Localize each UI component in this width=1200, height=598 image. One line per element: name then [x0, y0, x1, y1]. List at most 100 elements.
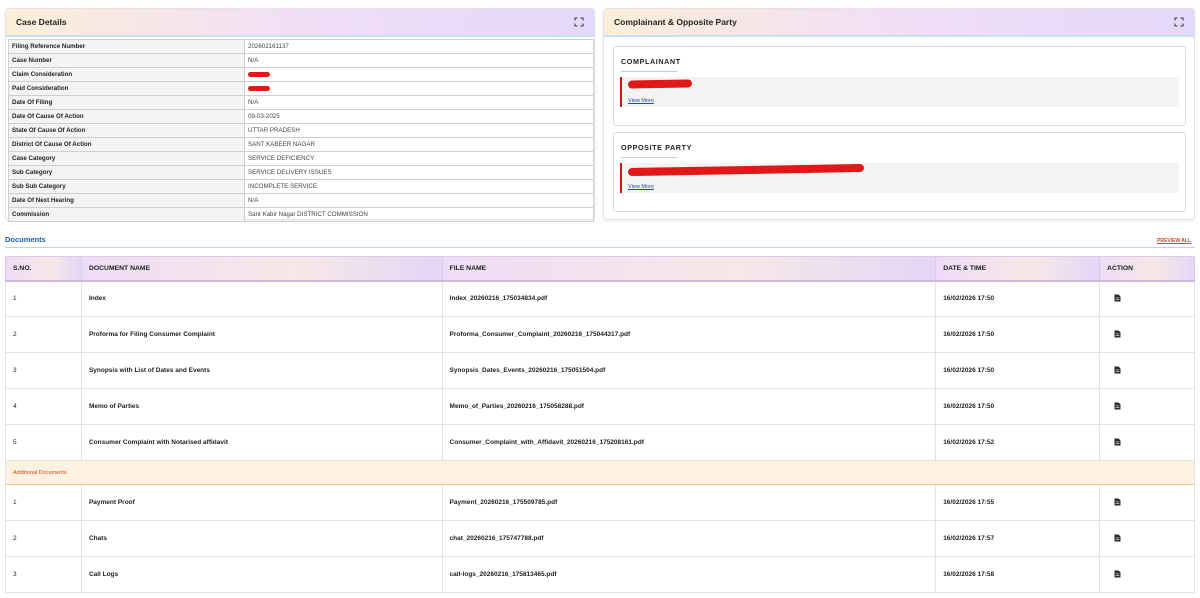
doc-name: Chats — [80, 520, 443, 557]
redaction-mark — [248, 85, 270, 91]
case-detail-row: Date Of Next Hearing N/A — [8, 193, 594, 208]
table-row: 5 Consumer Complaint with Notarised affid… — [5, 424, 1195, 461]
file-icon[interactable] — [1114, 330, 1121, 338]
col-date-time-header: DATE & TIME — [935, 256, 1101, 282]
opposite-party-card: OPPOSITE PARTY View More — [613, 132, 1186, 212]
doc-file-name: Consumer_Complaint_with_Affidavit_202602… — [441, 424, 937, 461]
doc-action-cell — [1099, 388, 1195, 425]
case-detail-label: Commission — [8, 207, 245, 222]
file-icon[interactable] — [1114, 294, 1121, 302]
doc-sno: 2 — [5, 316, 82, 353]
doc-sno: 5 — [5, 424, 82, 461]
table-row: 2 Chats chat_20260216_175747788.pdf 16/02/2… — [5, 520, 1195, 557]
case-detail-row: Claim Consideration — [8, 67, 594, 82]
documents-divider — [5, 247, 1195, 248]
doc-action-cell — [1099, 316, 1195, 353]
doc-sno: 1 — [5, 484, 82, 521]
file-icon[interactable] — [1114, 498, 1121, 506]
case-detail-row: State Of Cause Of Action UTTAR PRADESH — [8, 123, 594, 138]
table-row: 1 Payment Proof Payment_20260216_175509785… — [5, 484, 1195, 521]
case-detail-label: State Of Cause Of Action — [8, 123, 245, 138]
documents-table: S.NO. DOCUMENT NAME FILE NAME DATE & TIM… — [5, 256, 1195, 593]
file-icon[interactable] — [1114, 570, 1121, 578]
file-icon[interactable] — [1114, 402, 1121, 410]
case-detail-label: Sub Category — [8, 165, 245, 180]
case-detail-label: Date Of Filing — [8, 95, 245, 110]
doc-sno: 4 — [5, 388, 82, 425]
case-detail-value: SANT KABEER NAGAR — [244, 137, 594, 152]
doc-file-name: Synopsis_Dates_Events_20260216_175051504… — [441, 352, 937, 389]
col-sno-header: S.NO. — [5, 256, 82, 282]
additional-documents-label: Additional Documents — [5, 460, 1195, 485]
case-detail-row: District Of Cause Of Action SANT KABEER N… — [8, 137, 594, 152]
doc-action-cell — [1099, 556, 1195, 593]
doc-name: Proforma for Filing Consumer Complaint — [80, 316, 443, 353]
redaction-mark — [248, 71, 270, 77]
case-details-panel: Case Details Filing Reference Number 2026… — [5, 8, 595, 222]
table-row: 2 Proforma for Filing Consumer Complaint P… — [5, 316, 1195, 353]
doc-name: Consumer Complaint with Notarised affida… — [80, 424, 443, 461]
doc-action-cell — [1099, 520, 1195, 557]
case-detail-label: Date Of Next Hearing — [8, 193, 245, 208]
complainant-underline — [621, 71, 677, 72]
case-detail-value — [244, 67, 594, 82]
expand-icon[interactable] — [1174, 17, 1184, 27]
col-document-name-header: DOCUMENT NAME — [80, 256, 443, 282]
parties-panel: Complainant & Opposite Party COMPLAINANT… — [603, 8, 1195, 220]
opposite-party-heading: OPPOSITE PARTY — [621, 143, 692, 152]
case-detail-value: INCOMPLETE SERVICE — [244, 179, 594, 194]
documents-header-row: S.NO. DOCUMENT NAME FILE NAME DATE & TIM… — [5, 256, 1195, 282]
table-row: 1 Index Index_20260216_175034834.pdf 16/02/… — [5, 280, 1195, 317]
case-detail-value: SERVICE DEFICIENCY — [244, 151, 594, 166]
complainant-view-more-link[interactable]: View More — [628, 98, 654, 104]
col-action-header: ACTION — [1099, 256, 1195, 282]
case-detail-value: 09-03-2025 — [244, 109, 594, 124]
opposite-party-view-more-link[interactable]: View More — [628, 184, 654, 190]
case-detail-row: Case Category SERVICE DEFICIENCY — [8, 151, 594, 166]
opposite-party-name-redacted — [627, 163, 1173, 177]
doc-sno: 3 — [5, 352, 82, 389]
file-icon[interactable] — [1114, 438, 1121, 446]
case-detail-label: Sub Sub Category — [8, 179, 245, 194]
file-icon[interactable] — [1114, 366, 1121, 374]
doc-action-cell — [1099, 424, 1195, 461]
doc-date-time: 16/02/2026 17:50 — [935, 280, 1101, 317]
doc-sno: 1 — [5, 280, 82, 317]
doc-name: Call Logs — [80, 556, 443, 593]
case-detail-value — [244, 81, 594, 96]
doc-action-cell — [1099, 280, 1195, 317]
additional-documents-section: Additional Documents — [5, 460, 1195, 485]
table-row: 3 Synopsis with List of Dates and Events S… — [5, 352, 1195, 389]
doc-date-time: 16/02/2026 17:55 — [935, 484, 1101, 521]
case-detail-value: N/A — [244, 95, 594, 110]
case-detail-row: Sub Category SERVICE DELIVERY ISSUES — [8, 165, 594, 180]
doc-date-time: 16/02/2026 17:50 — [935, 352, 1101, 389]
doc-name: Payment Proof — [80, 484, 443, 521]
preview-all-link[interactable]: PREVIEW ALL — [1157, 238, 1191, 244]
case-detail-label: Case Category — [8, 151, 245, 166]
case-details-title: Case Details — [16, 17, 67, 27]
case-detail-row: Case Number N/A — [8, 53, 594, 68]
case-detail-label: District Of Cause Of Action — [8, 137, 245, 152]
case-detail-row: Date Of Filing N/A — [8, 95, 594, 110]
case-detail-row: Commission Sant Kabir Nagar DISTRICT COMM… — [8, 207, 594, 222]
doc-file-name: call-logs_20260216_175813465.pdf — [441, 556, 937, 593]
doc-file-name: Memo_of_Parties_20260216_175058288.pdf — [441, 388, 937, 425]
parties-title: Complainant & Opposite Party — [614, 17, 737, 27]
complainant-details: View More — [620, 77, 1179, 107]
case-detail-label: Case Number — [8, 53, 245, 68]
expand-icon[interactable] — [574, 17, 584, 27]
case-detail-value: Sant Kabir Nagar DISTRICT COMMISSION — [244, 207, 594, 222]
opposite-party-details: View More — [620, 163, 1179, 193]
case-detail-label: Paid Consideration — [8, 81, 245, 96]
doc-file-name: chat_20260216_175747788.pdf — [441, 520, 937, 557]
file-icon[interactable] — [1114, 534, 1121, 542]
doc-file-name: Proforma_Consumer_Complaint_20260216_175… — [441, 316, 937, 353]
documents-title: Documents — [5, 235, 46, 244]
case-details-header: Case Details — [6, 9, 594, 37]
case-detail-value: SERVICE DELIVERY ISSUES — [244, 165, 594, 180]
table-row: 3 Call Logs call-logs_20260216_175813465.p… — [5, 556, 1195, 593]
case-detail-value: UTTAR PRADESH — [244, 123, 594, 138]
doc-file-name: Index_20260216_175034834.pdf — [441, 280, 937, 317]
case-detail-label: Claim Consideration — [8, 67, 245, 82]
